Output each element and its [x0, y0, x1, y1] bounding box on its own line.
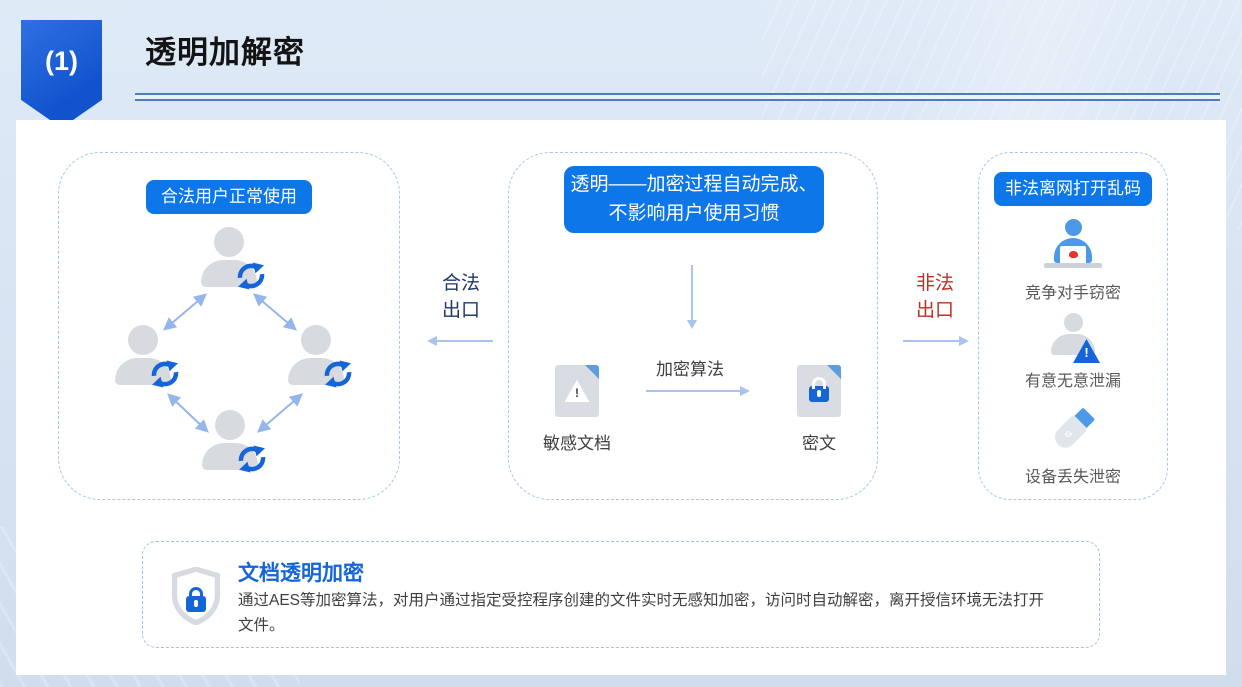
folded-corner	[827, 365, 841, 379]
sensitive-doc-item: ! 敏感文档	[537, 365, 617, 454]
user-head	[301, 325, 331, 355]
desk-bar	[1044, 263, 1102, 268]
page-title: 透明加解密	[145, 27, 305, 72]
section-number: (1)	[45, 46, 78, 128]
sensitive-doc-label: 敏感文档	[537, 429, 617, 454]
legal-exit-label: 合法 出口	[423, 270, 499, 342]
transparent-encryption-panel: 透明——加密过程自动完成、 不影响用户使用习惯 ! 敏感文档 加密算法 密文	[508, 152, 878, 500]
shield-lock-icon	[169, 567, 223, 625]
illegal-offline-panel-title: 非法离网打开乱码	[994, 172, 1152, 206]
summary-description: 通过AES等加密算法，对用户通过指定受控程序创建的文件实时无感知加密，访问时自动…	[238, 589, 1056, 639]
illegal-offline-panel: 非法离网打开乱码 竞争对手窃密 ! 有意无意泄漏	[978, 152, 1168, 500]
usb-drive-icon: ⌀	[1045, 401, 1101, 457]
padlock-icon	[809, 386, 829, 402]
sync-icon	[237, 444, 267, 474]
legal-exit-line1: 合法	[423, 270, 499, 297]
spy-at-laptop-icon	[1042, 219, 1104, 273]
user-sync-icon	[285, 325, 347, 387]
user-sync-icon	[199, 410, 261, 472]
locked-document-icon	[797, 365, 841, 417]
user-warning-icon: !	[1042, 313, 1104, 361]
arrow-left-icon	[429, 340, 493, 342]
content-card: 合法用户正常使用	[16, 120, 1226, 675]
warning-document-icon: !	[555, 365, 599, 417]
title-line2: 不影响用户使用习惯	[570, 200, 818, 229]
arrow-right-icon	[903, 340, 967, 342]
padlock-icon	[186, 596, 206, 612]
sync-icon	[323, 359, 353, 389]
illegal-exit-line1: 非法	[897, 270, 973, 297]
sync-icon	[236, 261, 266, 291]
risk-item: ! 有意无意泄漏	[979, 313, 1167, 391]
user-head	[128, 325, 158, 355]
risk-label: 设备丢失泄密	[1025, 463, 1121, 487]
summary-box: 文档透明加密 通过AES等加密算法，对用户通过指定受控程序创建的文件实时无感知加…	[142, 541, 1100, 648]
ciphertext-label: 密文	[779, 429, 859, 454]
user-head	[214, 227, 244, 257]
arrow-right-icon	[646, 390, 748, 392]
user-head	[215, 410, 245, 440]
title-line1: 透明——加密过程自动完成、	[570, 171, 818, 200]
section-number-badge: (1)	[21, 20, 102, 128]
risk-label: 竞争对手窃密	[1025, 279, 1121, 303]
arrow-down-icon	[691, 265, 693, 321]
user-sync-icon	[112, 325, 174, 387]
illegal-exit-line2: 出口	[897, 297, 973, 324]
risk-label: 有意无意泄漏	[1025, 367, 1121, 391]
transparent-encryption-title: 透明——加密过程自动完成、 不影响用户使用习惯	[564, 166, 824, 233]
legal-users-panel: 合法用户正常使用	[58, 152, 400, 500]
malware-bug-icon	[1069, 251, 1078, 258]
legal-exit-line2: 出口	[423, 297, 499, 324]
folded-corner	[585, 365, 599, 379]
title-underline	[135, 93, 1220, 101]
laptop-icon	[1060, 246, 1086, 263]
ciphertext-item: 密文	[779, 365, 859, 454]
encryption-algorithm-label: 加密算法	[650, 355, 730, 380]
illegal-exit-label: 非法 出口	[897, 270, 973, 342]
warning-triangle-icon: !	[565, 380, 590, 402]
risk-item: 竞争对手窃密	[979, 219, 1167, 303]
sync-icon	[150, 359, 180, 389]
risk-item: ⌀ 设备丢失泄密	[979, 401, 1167, 487]
summary-title: 文档透明加密	[238, 557, 364, 587]
user-sync-icon	[198, 227, 260, 289]
